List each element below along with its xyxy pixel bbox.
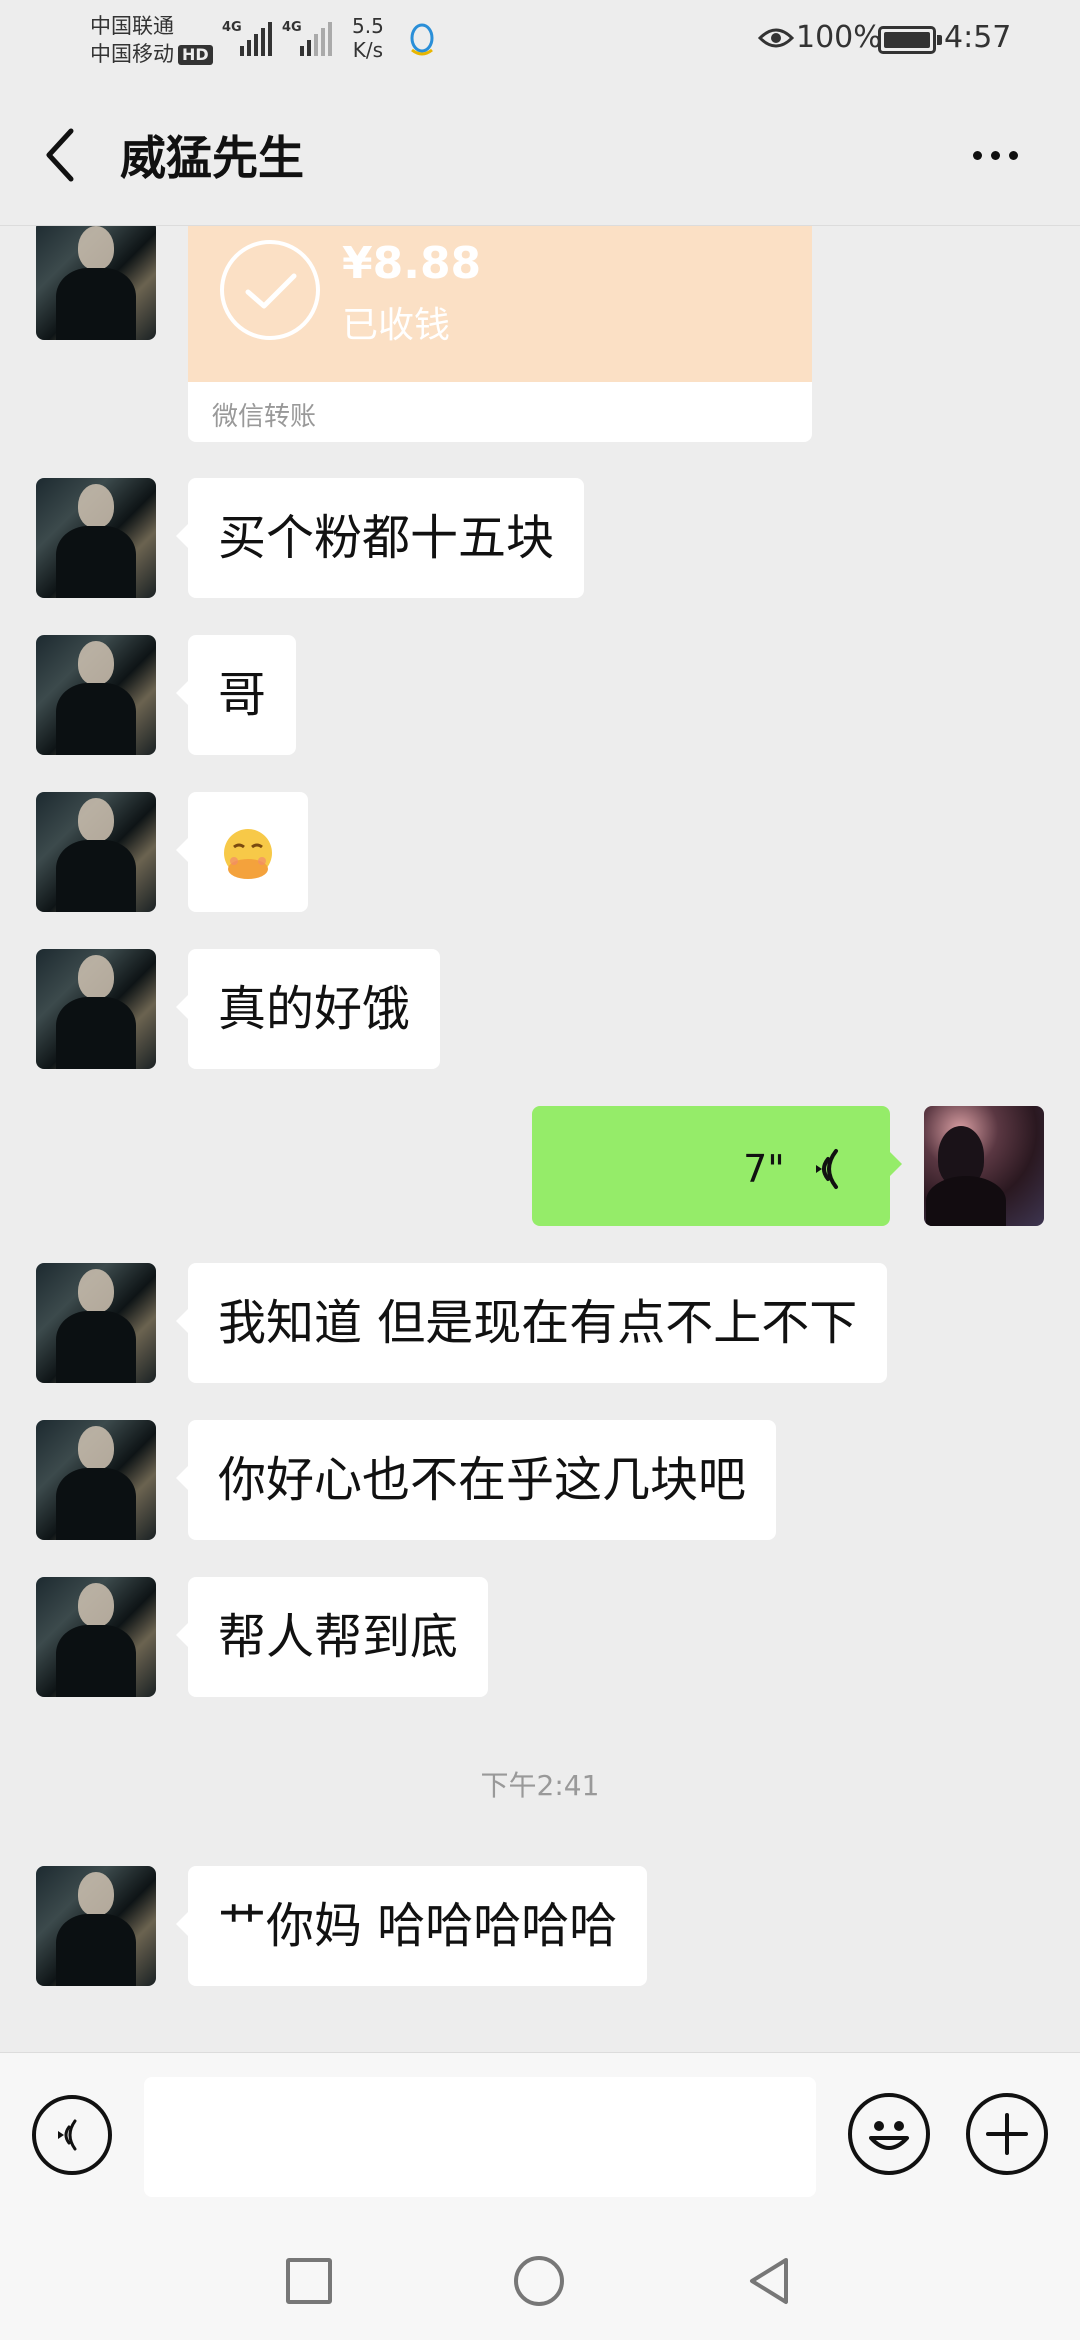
voice-wave-icon [816, 1149, 838, 1189]
more-button[interactable] [960, 130, 1030, 180]
transfer-status: 已收钱 [342, 305, 451, 346]
face-with-hand-over-mouth-icon [224, 829, 272, 879]
carrier-2: 中国移动 [90, 42, 174, 66]
home-button[interactable] [514, 2256, 564, 2306]
battery-percent: 100% [796, 20, 882, 55]
message-bubble[interactable]: 帮人帮到底 [175, 1577, 489, 1697]
speed-value: 5.5 [352, 14, 384, 38]
message-bubble[interactable]: 我知道 但是现在有点不上不下 [175, 1263, 888, 1383]
voice-toggle-icon [58, 2119, 77, 2151]
message-timestamp: 下午2:41 [480, 1769, 600, 1802]
contact-avatar[interactable] [36, 1577, 156, 1697]
contact-avatar[interactable] [36, 1866, 156, 1986]
transfer-amount: ¥8.88 [342, 238, 482, 289]
message-bubble[interactable]: 真的好饿 [175, 949, 441, 1069]
emoji-message-bubble[interactable] [176, 792, 308, 912]
system-back-button[interactable] [746, 2256, 794, 2306]
emoji-icon [869, 2121, 909, 2150]
recents-button[interactable] [286, 2258, 332, 2304]
network-speed: 5.5 K/s [352, 14, 384, 62]
system-navigation-bar [0, 2212, 1080, 2340]
transfer-card[interactable]: ¥8.88 已收钱 微信转账 [188, 226, 812, 442]
battery-icon [878, 26, 942, 54]
check-circle-icon [220, 240, 320, 340]
contact-avatar[interactable] [36, 478, 156, 598]
chevron-left-icon [46, 128, 74, 182]
qq-icon [410, 23, 434, 56]
network-type-2: 4G [282, 20, 302, 35]
carrier-1: 中国联通 [90, 14, 174, 38]
hd-badge: HD [178, 45, 213, 65]
contact-avatar[interactable] [36, 226, 156, 340]
eye-comfort-icon [758, 28, 794, 48]
more-actions-button[interactable] [966, 2093, 1048, 2175]
back-button[interactable] [30, 120, 90, 190]
contact-avatar[interactable] [36, 635, 156, 755]
contact-avatar[interactable] [36, 792, 156, 912]
contact-avatar[interactable] [36, 1420, 156, 1540]
contact-avatar[interactable] [36, 949, 156, 1069]
transfer-label: 微信转账 [212, 402, 317, 432]
more-dots-icon [972, 150, 982, 160]
voice-duration: 7" [743, 1147, 785, 1191]
contact-avatar[interactable] [36, 1263, 156, 1383]
message-bubble[interactable]: 哥 [175, 635, 297, 755]
voice-toggle-button[interactable] [32, 2095, 112, 2175]
status-bar: 中国联通 中国移动 HD 4G 4G 5.5 K/s 100% 4:57 [0, 0, 1080, 80]
message-list[interactable]: ¥8.88 已收钱 微信转账 买个粉都十五块 哥 真的好饿 7" 我知道 但是现… [0, 226, 1080, 2052]
message-bubble[interactable]: 艹你妈 哈哈哈哈哈 [175, 1866, 648, 1986]
plus-icon [986, 2113, 1028, 2155]
voice-message-bubble[interactable]: 7" [532, 1106, 902, 1226]
network-type-1: 4G [222, 20, 242, 35]
chat-header: 威猛先生 [0, 80, 1080, 226]
carrier-info: 中国联通 中国移动 HD [90, 12, 213, 68]
my-avatar[interactable] [924, 1106, 1044, 1226]
status-time: 4:57 [944, 20, 1012, 55]
message-bubble[interactable]: 你好心也不在乎这几块吧 [175, 1420, 777, 1540]
message-input[interactable] [144, 2077, 816, 2197]
chat-title: 威猛先生 [120, 131, 304, 185]
signal-icon: 4G [222, 20, 274, 56]
signal-icon: 4G [282, 20, 334, 56]
input-bar [0, 2052, 1080, 2212]
emoji-button[interactable] [848, 2093, 930, 2175]
message-bubble[interactable]: 买个粉都十五块 [175, 478, 585, 598]
speed-unit: K/s [352, 38, 384, 62]
